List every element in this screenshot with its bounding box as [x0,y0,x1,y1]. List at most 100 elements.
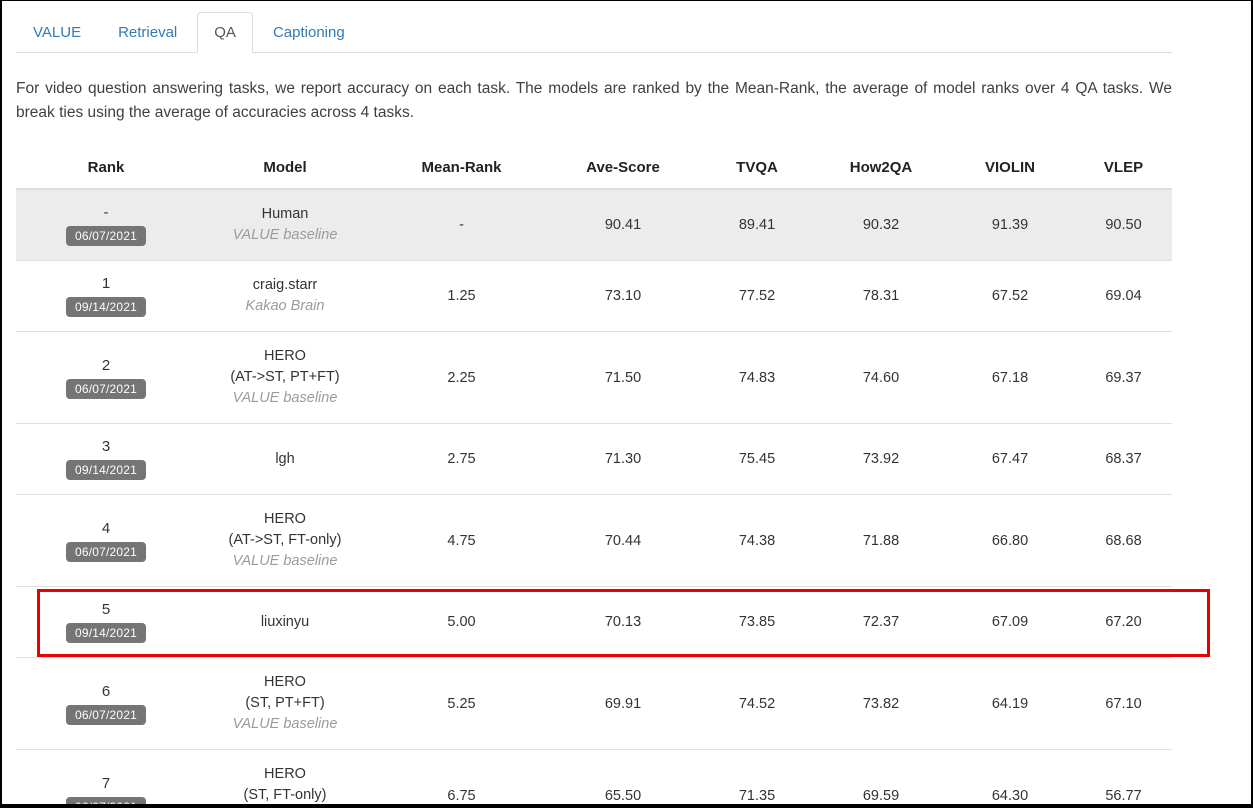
date-badge: 06/07/2021 [66,542,146,562]
violin-value: 66.80 [945,495,1075,587]
mean-rank-value: 2.75 [374,424,549,495]
vlep-value: 69.37 [1075,332,1172,424]
vlep-value: 69.04 [1075,261,1172,332]
tvqa-value: 71.35 [697,750,817,808]
model-name: liuxinyu [202,612,368,633]
rank-cell: 5 09/14/2021 [16,587,196,658]
model-cell: HERO(ST, FT-only) VALUE baseline [196,750,374,808]
violin-value: 67.47 [945,424,1075,495]
ave-score-value: 69.91 [549,658,697,750]
rank-cell: 7 06/07/2021 [16,750,196,808]
rank-cell: 6 06/07/2021 [16,658,196,750]
how2qa-value: 73.82 [817,658,945,750]
table-row: 4 06/07/2021 HERO(AT->ST, FT-only) VALUE… [16,495,1172,587]
column-header-how2qa: How2QA [817,147,945,189]
qa-leaderboard-table: RankModelMean-RankAve-ScoreTVQAHow2QAVIO… [16,147,1172,808]
column-header-mean-rank: Mean-Rank [374,147,549,189]
how2qa-value: 90.32 [817,189,945,261]
rank-value: 4 [22,520,190,537]
column-header-ave-score: Ave-Score [549,147,697,189]
model-cell: craig.starr Kakao Brain [196,261,374,332]
model-cell: Human VALUE baseline [196,189,374,261]
model-affiliation: VALUE baseline [202,551,368,572]
rank-value: 2 [22,357,190,374]
tvqa-value: 75.45 [697,424,817,495]
rank-value: 3 [22,438,190,455]
rank-cell: - 06/07/2021 [16,189,196,261]
model-affiliation: Kakao Brain [202,296,368,317]
ave-score-value: 71.30 [549,424,697,495]
column-header-model: Model [196,147,374,189]
mean-rank-value: 6.75 [374,750,549,808]
ave-score-value: 73.10 [549,261,697,332]
model-name: craig.starr [202,275,368,296]
violin-value: 64.19 [945,658,1075,750]
tab-captioning[interactable]: Captioning [256,12,362,53]
table-row: 5 09/14/2021 liuxinyu 5.00 70.13 73.85 7… [16,587,1172,658]
tvqa-value: 77.52 [697,261,817,332]
table-row: 1 09/14/2021 craig.starr Kakao Brain 1.2… [16,261,1172,332]
date-badge: 06/07/2021 [66,705,146,725]
tvqa-value: 74.83 [697,332,817,424]
date-badge: 06/07/2021 [66,226,146,246]
tvqa-value: 74.52 [697,658,817,750]
rank-cell: 4 06/07/2021 [16,495,196,587]
tab-value[interactable]: VALUE [16,12,98,53]
vlep-value: 67.10 [1075,658,1172,750]
ave-score-value: 70.13 [549,587,697,658]
date-badge: 09/14/2021 [66,460,146,480]
date-badge: 06/07/2021 [66,797,146,808]
violin-value: 64.30 [945,750,1075,808]
vlep-value: 67.20 [1075,587,1172,658]
tab-qa[interactable]: QA [197,12,253,53]
model-name: HERO(AT->ST, PT+FT) [202,346,368,388]
mean-rank-value: 4.75 [374,495,549,587]
rank-value: - [22,204,190,221]
table-row: 2 06/07/2021 HERO(AT->ST, PT+FT) VALUE b… [16,332,1172,424]
leaderboard-page: VALUERetrievalQACaptioning For video que… [0,0,1253,808]
tab-bar: VALUERetrievalQACaptioning [16,12,1172,53]
model-cell: HERO(AT->ST, PT+FT) VALUE baseline [196,332,374,424]
how2qa-value: 73.92 [817,424,945,495]
table-row: - 06/07/2021 Human VALUE baseline - 90.4… [16,189,1172,261]
model-cell: liuxinyu [196,587,374,658]
mean-rank-value: 5.25 [374,658,549,750]
page-content: VALUERetrievalQACaptioning For video que… [16,12,1172,808]
column-header-violin: VIOLIN [945,147,1075,189]
model-cell: HERO(ST, PT+FT) VALUE baseline [196,658,374,750]
violin-value: 91.39 [945,189,1075,261]
vlep-value: 56.77 [1075,750,1172,808]
model-name: HERO(ST, PT+FT) [202,672,368,714]
tab-retrieval[interactable]: Retrieval [101,12,194,53]
ave-score-value: 70.44 [549,495,697,587]
table-row: 3 09/14/2021 lgh 2.75 71.30 75.45 73.92 … [16,424,1172,495]
column-header-vlep: VLEP [1075,147,1172,189]
how2qa-value: 78.31 [817,261,945,332]
date-badge: 06/07/2021 [66,379,146,399]
violin-value: 67.18 [945,332,1075,424]
rank-value: 6 [22,683,190,700]
rank-cell: 1 09/14/2021 [16,261,196,332]
column-header-tvqa: TVQA [697,147,817,189]
rank-cell: 2 06/07/2021 [16,332,196,424]
rank-value: 7 [22,775,190,792]
how2qa-value: 69.59 [817,750,945,808]
tvqa-value: 73.85 [697,587,817,658]
model-affiliation: VALUE baseline [202,714,368,735]
mean-rank-value: - [374,189,549,261]
model-name: HERO(ST, FT-only) [202,764,368,806]
model-name: lgh [202,449,368,470]
model-cell: HERO(AT->ST, FT-only) VALUE baseline [196,495,374,587]
ave-score-value: 65.50 [549,750,697,808]
rank-value: 1 [22,275,190,292]
how2qa-value: 74.60 [817,332,945,424]
task-description: For video question answering tasks, we r… [16,77,1172,125]
model-cell: lgh [196,424,374,495]
model-name: Human [202,204,368,225]
table-body: - 06/07/2021 Human VALUE baseline - 90.4… [16,189,1172,808]
ave-score-value: 71.50 [549,332,697,424]
mean-rank-value: 1.25 [374,261,549,332]
how2qa-value: 72.37 [817,587,945,658]
table-header-row: RankModelMean-RankAve-ScoreTVQAHow2QAVIO… [16,147,1172,189]
rank-cell: 3 09/14/2021 [16,424,196,495]
